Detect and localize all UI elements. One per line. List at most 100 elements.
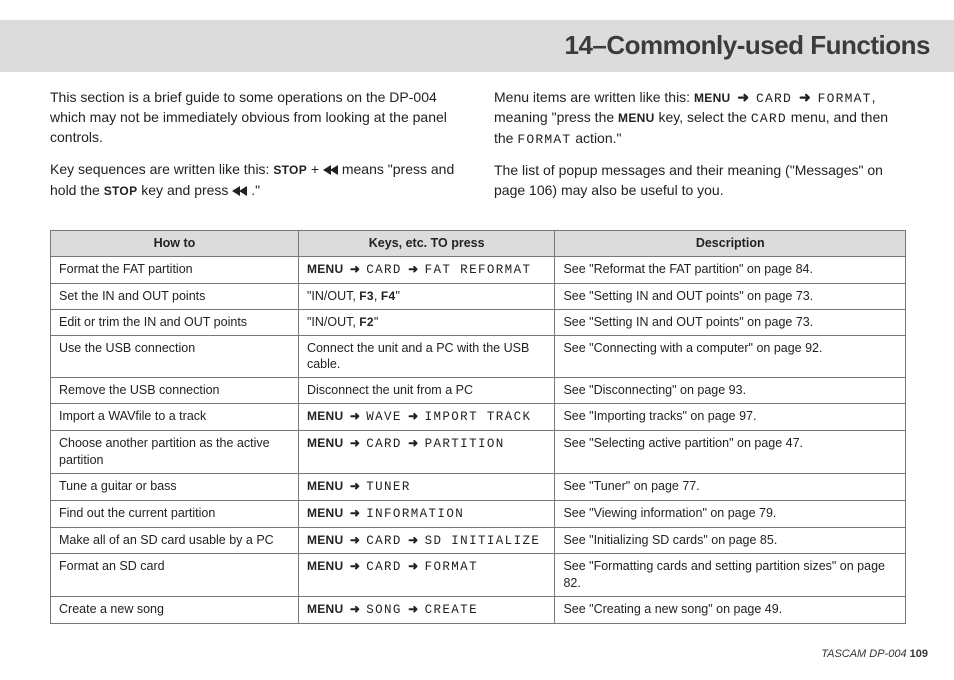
cell-keys: MENU ➜ CARD ➜ SD INITIALIZE xyxy=(298,527,555,554)
text: Disconnect the unit from a PC xyxy=(307,383,473,397)
cell-keys: Connect the unit and a PC with the USB c… xyxy=(298,335,555,378)
cell-desc: See "Tuner" on page 77. xyxy=(555,473,906,500)
key-menu: MENU xyxy=(618,111,655,125)
manual-page: 14–Commonly-used Functions This section … xyxy=(0,0,954,680)
text: " xyxy=(395,289,399,303)
arrow-icon: ➜ xyxy=(402,409,425,423)
cell-how: Set the IN and OUT points xyxy=(51,283,299,309)
arrow-icon: ➜ xyxy=(343,409,366,423)
arrow-icon: ➜ xyxy=(343,479,366,493)
text: key and press xyxy=(141,182,232,198)
table-row: Remove the USB connection Disconnect the … xyxy=(51,378,906,404)
arrow-icon: ➜ xyxy=(343,262,366,276)
cell-desc: See "Setting IN and OUT points" on page … xyxy=(555,309,906,335)
menu-item: IMPORT TRACK xyxy=(425,410,532,424)
arrow-icon: ➜ xyxy=(402,559,425,573)
arrow-icon: ➜ xyxy=(402,533,425,547)
cell-keys: MENU ➜ TUNER xyxy=(298,473,555,500)
key-stop: STOP xyxy=(104,184,138,198)
text: "IN/OUT, xyxy=(307,289,359,303)
intro-right-p2: The list of popup messages and their mea… xyxy=(494,161,910,201)
menu-item: FORMAT xyxy=(425,560,478,574)
key-menu: MENU xyxy=(694,91,731,105)
table-row: Tune a guitar or bassMENU ➜ TUNERSee "Tu… xyxy=(51,473,906,500)
text: + xyxy=(311,161,323,177)
menu-item-format: FORMAT xyxy=(517,132,571,147)
table-row: Format an SD cardMENU ➜ CARD ➜ FORMATSee… xyxy=(51,554,906,597)
arrow-icon: ➜ xyxy=(343,559,366,573)
menu-item: CARD xyxy=(366,534,402,548)
key-stop: STOP xyxy=(273,163,307,177)
intro-left-column: This section is a brief guide to some op… xyxy=(50,88,466,213)
table-row: Import a WAVfile to a trackMENU ➜ WAVE ➜… xyxy=(51,404,906,431)
page-number: 109 xyxy=(910,648,928,660)
key-label: F3 xyxy=(359,289,374,303)
table-row: Find out the current partitionMENU ➜ INF… xyxy=(51,500,906,527)
cell-keys: MENU ➜ CARD ➜ PARTITION xyxy=(298,431,555,474)
arrow-icon: ➜ xyxy=(343,602,366,616)
intro-right-column: Menu items are written like this: MENU ➜… xyxy=(494,88,910,213)
cell-keys: Disconnect the unit from a PC xyxy=(298,378,555,404)
cell-how: Make all of an SD card usable by a PC xyxy=(51,527,299,554)
cell-desc: See "Creating a new song" on page 49. xyxy=(555,597,906,624)
intro-right-p1: Menu items are written like this: MENU ➜… xyxy=(494,88,910,149)
cell-how: Find out the current partition xyxy=(51,500,299,527)
arrow-icon: ➜ xyxy=(796,89,814,105)
text: key, select the xyxy=(655,109,751,125)
menu-item-card: CARD xyxy=(756,91,792,106)
table-row: Format the FAT partitionMENU ➜ CARD ➜ FA… xyxy=(51,256,906,283)
arrow-icon: ➜ xyxy=(343,506,366,520)
text: "IN/OUT, xyxy=(307,315,359,329)
table-row: Choose another partition as the active p… xyxy=(51,431,906,474)
key-label: MENU xyxy=(307,602,344,616)
table-head-row: How to Keys, etc. TO press Description xyxy=(51,231,906,257)
cell-how: Create a new song xyxy=(51,597,299,624)
cell-desc: See "Connecting with a computer" on page… xyxy=(555,335,906,378)
cell-how: Format an SD card xyxy=(51,554,299,597)
intro-left-p2: Key sequences are written like this: STO… xyxy=(50,160,466,202)
menu-item: INFORMATION xyxy=(366,507,464,521)
cell-desc: See "Reformat the FAT partition" on page… xyxy=(555,256,906,283)
arrow-icon: ➜ xyxy=(343,436,366,450)
cell-keys: "IN/OUT, F3, F4" xyxy=(298,283,555,309)
table-body: Format the FAT partitionMENU ➜ CARD ➜ FA… xyxy=(51,256,906,623)
text: ." xyxy=(251,182,260,198)
cell-how: Use the USB connection xyxy=(51,335,299,378)
cell-desc: See "Selecting active partition" on page… xyxy=(555,431,906,474)
intro-left-p1: This section is a brief guide to some op… xyxy=(50,88,466,148)
cell-keys: MENU ➜ SONG ➜ CREATE xyxy=(298,597,555,624)
cell-how: Remove the USB connection xyxy=(51,378,299,404)
footer-brand: TASCAM DP-004 xyxy=(821,648,909,660)
key-label: MENU xyxy=(307,436,344,450)
key-label: MENU xyxy=(307,479,344,493)
page-footer: TASCAM DP-004 109 xyxy=(821,647,928,662)
cell-keys: MENU ➜ CARD ➜ FAT REFORMAT xyxy=(298,256,555,283)
cell-keys: MENU ➜ CARD ➜ FORMAT xyxy=(298,554,555,597)
key-label: MENU xyxy=(307,533,344,547)
table-row: Make all of an SD card usable by a PCMEN… xyxy=(51,527,906,554)
functions-table: How to Keys, etc. TO press Description F… xyxy=(50,230,906,624)
intro-columns: This section is a brief guide to some op… xyxy=(50,88,910,213)
arrow-icon: ➜ xyxy=(343,533,366,547)
menu-item: PARTITION xyxy=(425,437,505,451)
text: Menu items are written like this: xyxy=(494,89,694,105)
menu-item-format: FORMAT xyxy=(818,91,872,106)
arrow-icon: ➜ xyxy=(402,436,425,450)
menu-item: FAT REFORMAT xyxy=(425,263,532,277)
text: Key sequences are written like this: xyxy=(50,161,273,177)
cell-keys: MENU ➜ INFORMATION xyxy=(298,500,555,527)
rewind-icon xyxy=(323,161,338,181)
functions-table-wrap: How to Keys, etc. TO press Description F… xyxy=(50,230,906,624)
arrow-icon: ➜ xyxy=(402,262,425,276)
cell-desc: See "Initializing SD cards" on page 85. xyxy=(555,527,906,554)
key-label: F4 xyxy=(381,289,396,303)
text: means xyxy=(342,161,388,177)
menu-item: CARD xyxy=(366,437,402,451)
cell-keys: "IN/OUT, F2" xyxy=(298,309,555,335)
arrow-icon: ➜ xyxy=(402,602,425,616)
key-label: MENU xyxy=(307,559,344,573)
key-label: MENU xyxy=(307,262,344,276)
cell-desc: See "Setting IN and OUT points" on page … xyxy=(555,283,906,309)
cell-desc: See "Importing tracks" on page 97. xyxy=(555,404,906,431)
col-head-how: How to xyxy=(51,231,299,257)
